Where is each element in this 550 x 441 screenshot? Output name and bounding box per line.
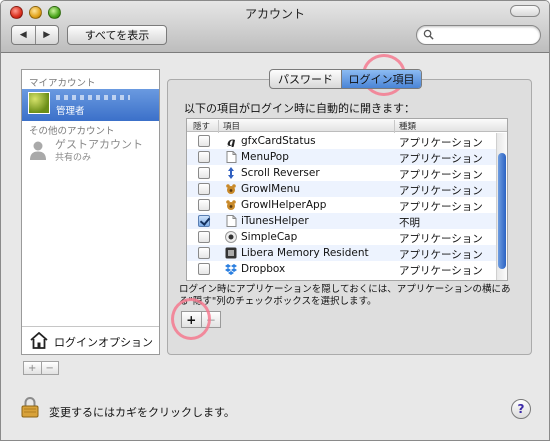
- column-item-header[interactable]: 項目: [223, 120, 240, 132]
- item-kind: アプリケーション: [399, 265, 483, 277]
- hide-checkbox[interactable]: [198, 135, 210, 147]
- item-kind: アプリケーション: [399, 233, 483, 245]
- table-row[interactable]: Libera Memory Resident アプリケーション: [187, 245, 507, 261]
- person-icon: [30, 141, 46, 160]
- table-row[interactable]: SimpleCap アプリケーション: [187, 229, 507, 245]
- table-row[interactable]: iTunesHelper 不明: [187, 213, 507, 229]
- hide-checkbox[interactable]: [198, 215, 210, 227]
- other-accounts-header: その他のアカウント: [29, 126, 115, 137]
- forward-button[interactable]: ▶: [34, 26, 59, 44]
- hide-checkbox[interactable]: [198, 231, 210, 243]
- title-bar: アカウント ◀ ▶ すべてを表示: [1, 1, 549, 53]
- show-all-button[interactable]: すべてを表示: [67, 25, 167, 45]
- login-options-item[interactable]: ログインオプション: [22, 326, 159, 354]
- hide-hint-text: ログイン時にアプリケーションを隠しておくには、アプリケーションの横にある"隠す"…: [179, 284, 511, 307]
- sidebar-item-current-user[interactable]: 管理者: [22, 89, 159, 121]
- document-icon: [226, 215, 237, 227]
- help-button[interactable]: ?: [511, 399, 531, 419]
- hide-checkbox[interactable]: [198, 199, 210, 211]
- hide-checkbox[interactable]: [198, 263, 210, 275]
- table-row[interactable]: Scroll Reverser アプリケーション: [187, 165, 507, 181]
- item-name: SimpleCap: [241, 231, 298, 243]
- tab-login-items[interactable]: ログイン項目: [342, 70, 421, 88]
- my-account-header: マイアカウント: [29, 78, 96, 89]
- table-row[interactable]: MenuPop アプリケーション: [187, 149, 507, 165]
- item-name: GrowlMenu: [241, 183, 300, 195]
- item-kind: アプリケーション: [399, 249, 483, 261]
- window-title: アカウント: [244, 7, 305, 21]
- camera-icon: [225, 231, 237, 243]
- back-forward-control: ◀ ▶: [11, 25, 59, 45]
- item-kind: 不明: [399, 217, 420, 229]
- item-name: iTunesHelper: [241, 215, 309, 227]
- memory-icon: [225, 247, 237, 259]
- user-name-redacted: [56, 95, 130, 100]
- gfx-icon: g: [227, 135, 235, 147]
- item-name: gfxCardStatus: [241, 135, 316, 147]
- item-kind: アプリケーション: [399, 201, 483, 213]
- table-row[interactable]: GrowlMenu アプリケーション: [187, 181, 507, 197]
- annotation-circle-add: [171, 298, 211, 340]
- hide-checkbox[interactable]: [198, 247, 210, 259]
- login-items-rows: g gfxCardStatus アプリケーション MenuPop アプリケーション Scr…: [187, 133, 507, 277]
- item-kind: アプリケーション: [399, 169, 483, 181]
- login-items-intro: 以下の項目がログイン時に自動的に開きます：: [184, 102, 415, 115]
- lock-icon[interactable]: [21, 396, 39, 418]
- house-icon: [30, 332, 48, 349]
- dropbox-icon: [225, 264, 237, 275]
- item-name: GrowlHelperApp: [241, 199, 327, 211]
- item-kind: アプリケーション: [399, 153, 483, 165]
- user-role-label: 管理者: [56, 106, 85, 117]
- column-kind-header[interactable]: 種類: [399, 120, 416, 132]
- item-name: Scroll Reverser: [241, 167, 320, 179]
- remove-account-button[interactable]: −: [40, 362, 59, 374]
- hide-checkbox[interactable]: [198, 151, 210, 163]
- scrollbar-thumb[interactable]: [498, 153, 506, 269]
- add-account-button[interactable]: +: [24, 362, 41, 374]
- document-icon: [226, 151, 237, 163]
- item-name: Libera Memory Resident: [241, 247, 369, 259]
- scroll-icon: [228, 167, 234, 179]
- table-header: 隠す 項目 種類: [187, 119, 507, 133]
- hide-checkbox[interactable]: [198, 167, 210, 179]
- back-button[interactable]: ◀: [12, 26, 35, 44]
- login-options-label: ログインオプション: [54, 336, 153, 349]
- table-scrollbar[interactable]: [496, 133, 507, 280]
- search-input[interactable]: [416, 25, 541, 45]
- accounts-window: アカウント ◀ ▶ すべてを表示 マイアカウント 管理者 その他のアカウント ゲ…: [0, 0, 550, 441]
- hide-checkbox[interactable]: [198, 183, 210, 195]
- toolbar-toggle-button[interactable]: [510, 5, 540, 17]
- item-kind: アプリケーション: [399, 137, 483, 149]
- item-name: MenuPop: [241, 151, 289, 163]
- avatar: [28, 92, 50, 114]
- tab-password[interactable]: パスワード: [270, 70, 342, 88]
- accounts-sidebar: マイアカウント 管理者 その他のアカウント ゲストアカウント 共有のみ ログイン…: [21, 69, 160, 355]
- svg-text:g: g: [227, 135, 235, 147]
- login-items-table: 隠す 項目 種類 g gfxCardStatus アプリケーション MenuPop アプ…: [186, 118, 508, 281]
- column-hide-header[interactable]: 隠す: [193, 120, 210, 132]
- table-row[interactable]: GrowlHelperApp アプリケーション: [187, 197, 507, 213]
- guest-subtitle: 共有のみ: [55, 153, 92, 163]
- table-row[interactable]: g gfxCardStatus アプリケーション: [187, 133, 507, 149]
- item-kind: アプリケーション: [399, 185, 483, 197]
- item-name: Dropbox: [241, 263, 286, 275]
- tab-bar: パスワード ログイン項目: [269, 69, 422, 89]
- account-add-remove-control: + −: [23, 361, 59, 375]
- table-row[interactable]: Dropbox アプリケーション: [187, 261, 507, 277]
- search-icon: [423, 29, 434, 40]
- growl-icon: [226, 184, 236, 194]
- lock-instruction-text: 変更するにはカギをクリックします。: [49, 406, 235, 419]
- growl-icon: [226, 200, 236, 210]
